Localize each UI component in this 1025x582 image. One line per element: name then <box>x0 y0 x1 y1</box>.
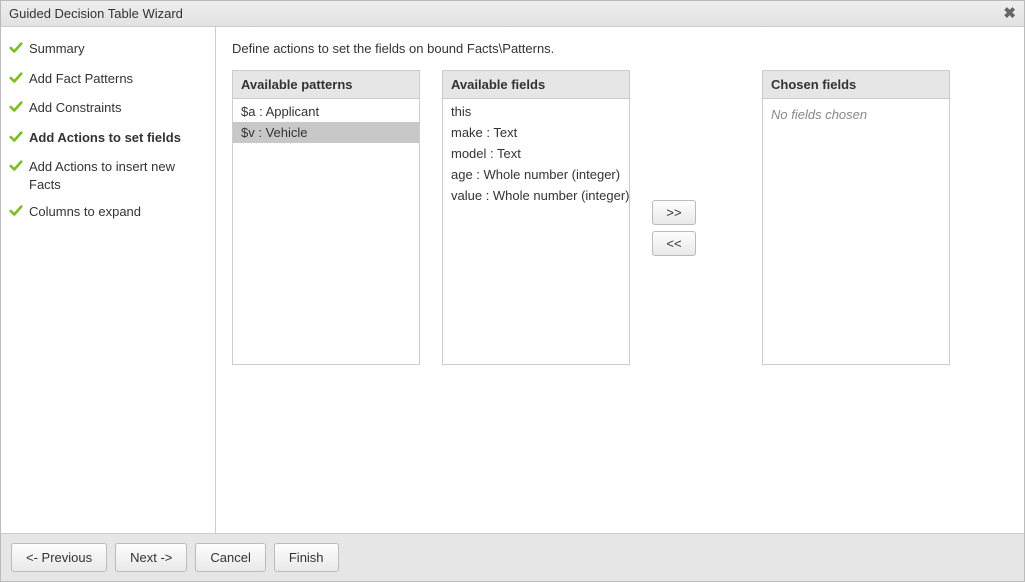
available-fields-list: this make : Text model : Text age : Whol… <box>443 99 629 364</box>
wizard-body: Summary Add Fact Patterns Add Constraint… <box>1 27 1024 533</box>
instruction-text: Define actions to set the fields on boun… <box>232 41 1008 56</box>
chosen-fields-header: Chosen fields <box>763 71 949 99</box>
check-icon <box>9 71 23 90</box>
add-field-button[interactable]: >> <box>652 200 696 225</box>
field-item[interactable]: this <box>443 101 629 122</box>
sidebar-step-label: Add Constraints <box>29 99 122 117</box>
sidebar-step-add-actions-insert-facts[interactable]: Add Actions to insert new Facts <box>7 153 209 198</box>
remove-field-button[interactable]: << <box>652 231 696 256</box>
sidebar-step-add-actions-set-fields[interactable]: Add Actions to set fields <box>7 124 209 154</box>
footer: <- Previous Next -> Cancel Finish <box>1 533 1024 581</box>
lists-row: Available patterns $a : Applicant $v : V… <box>232 70 1008 365</box>
cancel-button[interactable]: Cancel <box>195 543 265 572</box>
pattern-item[interactable]: $v : Vehicle <box>233 122 419 143</box>
chosen-fields-list: No fields chosen <box>763 99 949 364</box>
field-item[interactable]: value : Whole number (integer) <box>443 185 629 206</box>
sidebar-step-label: Add Actions to set fields <box>29 129 181 147</box>
sidebar-step-label: Add Actions to insert new Facts <box>29 158 207 193</box>
close-icon[interactable]: ✖ <box>1003 6 1016 21</box>
field-item[interactable]: age : Whole number (integer) <box>443 164 629 185</box>
check-icon <box>9 130 23 149</box>
sidebar-step-label: Add Fact Patterns <box>29 70 133 88</box>
chosen-fields-panel: Chosen fields No fields chosen <box>762 70 950 365</box>
check-icon <box>9 159 23 178</box>
available-patterns-list: $a : Applicant $v : Vehicle <box>233 99 419 364</box>
sidebar-step-label: Columns to expand <box>29 203 141 221</box>
check-icon <box>9 204 23 223</box>
titlebar: Guided Decision Table Wizard ✖ <box>1 1 1024 27</box>
field-item[interactable]: make : Text <box>443 122 629 143</box>
available-patterns-panel: Available patterns $a : Applicant $v : V… <box>232 70 420 365</box>
check-icon <box>9 41 23 60</box>
check-icon <box>9 100 23 119</box>
available-fields-header: Available fields <box>443 71 629 99</box>
field-item[interactable]: model : Text <box>443 143 629 164</box>
transfer-buttons: >> << <box>652 200 696 256</box>
available-fields-panel: Available fields this make : Text model … <box>442 70 630 365</box>
sidebar-step-summary[interactable]: Summary <box>7 35 209 65</box>
pattern-item[interactable]: $a : Applicant <box>233 101 419 122</box>
main-content: Define actions to set the fields on boun… <box>216 27 1024 533</box>
chosen-fields-placeholder: No fields chosen <box>763 101 949 128</box>
sidebar-step-label: Summary <box>29 40 85 58</box>
previous-button[interactable]: <- Previous <box>11 543 107 572</box>
available-patterns-header: Available patterns <box>233 71 419 99</box>
sidebar: Summary Add Fact Patterns Add Constraint… <box>1 27 216 533</box>
next-button[interactable]: Next -> <box>115 543 187 572</box>
window-title: Guided Decision Table Wizard <box>9 6 183 21</box>
sidebar-step-add-constraints[interactable]: Add Constraints <box>7 94 209 124</box>
sidebar-step-columns-expand[interactable]: Columns to expand <box>7 198 209 228</box>
wizard-window: Guided Decision Table Wizard ✖ Summary A… <box>0 0 1025 582</box>
finish-button[interactable]: Finish <box>274 543 339 572</box>
sidebar-step-add-fact-patterns[interactable]: Add Fact Patterns <box>7 65 209 95</box>
